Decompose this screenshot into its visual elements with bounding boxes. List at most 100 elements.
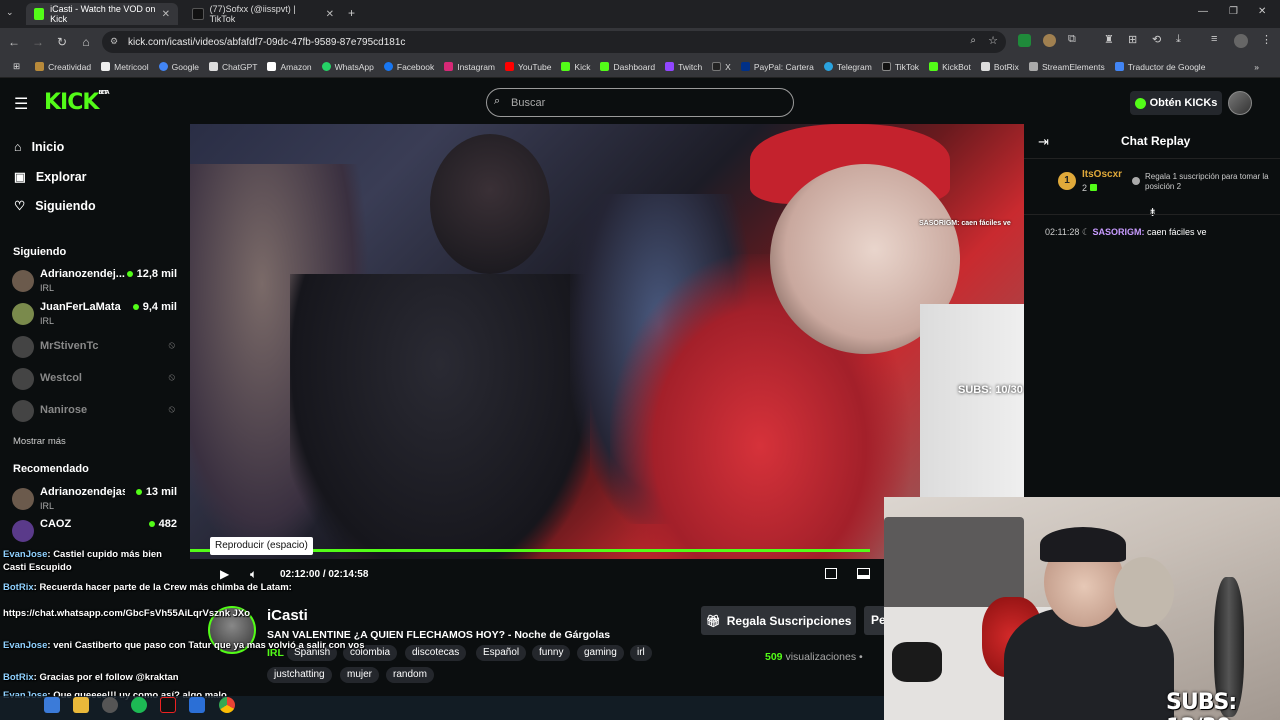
folder-icon[interactable]	[73, 697, 89, 713]
extensions-puzzle-icon[interactable]: ⧉	[1068, 33, 1076, 46]
taskbar-app-icon[interactable]	[189, 697, 205, 713]
collapse-chat-icon[interactable]: ⇥	[1038, 134, 1049, 150]
bookmark-item[interactable]: X	[707, 62, 736, 72]
channel-name[interactable]: iCasti	[267, 607, 308, 624]
hamburger-menu-icon[interactable]: ☰	[14, 94, 28, 114]
channel-item[interactable]: Westcol ⦸	[12, 364, 177, 394]
channel-item[interactable]: JuanFerLaMata IRL 9,4 mil	[12, 299, 177, 329]
tag-chip[interactable]: discotecas	[405, 645, 467, 661]
close-tab-icon[interactable]: ✕	[162, 9, 170, 20]
spotify-icon[interactable]	[131, 697, 147, 713]
site-info-icon[interactable]: ⚙	[110, 36, 118, 47]
tag-chip[interactable]: random	[386, 667, 434, 683]
tag-chip[interactable]: gaming	[577, 645, 624, 661]
tiktok-icon[interactable]	[160, 697, 176, 713]
bookmark-item[interactable]: Dashboard	[595, 62, 660, 72]
bookmark-item[interactable]: Creatividad	[30, 62, 96, 72]
bookmark-item[interactable]: Google	[154, 62, 204, 72]
tag-chip[interactable]: irl	[630, 645, 652, 661]
media-icon[interactable]: ≡	[1211, 33, 1217, 45]
more-bookmarks-icon[interactable]: »	[1249, 62, 1264, 72]
heart-icon: ♡	[14, 199, 26, 213]
expand-down-icon[interactable]: ⇟	[1148, 206, 1157, 219]
kick-logo[interactable]: KICKBETA	[44, 90, 110, 115]
chrome-icon[interactable]	[219, 697, 235, 713]
taskbar-app-icon[interactable]	[44, 697, 60, 713]
tab-tiktok[interactable]: (77)Sofxx (@iisspvt) | TikTok ✕	[184, 3, 342, 25]
extension-icon[interactable]: ♜	[1104, 33, 1114, 46]
tab-kick[interactable]: iCasti - Watch the VOD on Kick ✕	[26, 3, 178, 25]
bookmark-item[interactable]: WhatsApp	[317, 62, 379, 72]
tag-chip[interactable]: funny	[532, 645, 571, 661]
bookmark-item[interactable]: YouTube	[500, 62, 556, 72]
sidebar-item-siguiendo[interactable]: ♡ Siguiendo	[14, 198, 96, 214]
bookmark-item[interactable]: BotRix	[976, 62, 1024, 72]
following-heading: Siguiendo	[13, 246, 67, 258]
minimize-icon[interactable]: —	[1198, 6, 1208, 17]
bookmark-item[interactable]: Instagram	[439, 62, 500, 72]
new-tab-icon[interactable]: +	[348, 6, 355, 20]
sidebar-item-explorar[interactable]: ▣ Explorar	[14, 169, 87, 185]
channel-item[interactable]: Adrianozendej... IRL 12,8 mil	[12, 266, 177, 296]
bookmark-star-icon[interactable]: ☆	[988, 34, 998, 47]
tab-search-icon[interactable]: ⌄	[6, 7, 14, 18]
taskbar-app-icon[interactable]	[102, 697, 118, 713]
bookmark-item[interactable]: PayPal: Cartera	[736, 62, 819, 72]
bookmark-item[interactable]: Amazon	[262, 62, 316, 72]
gift-subs-button[interactable]: 🎁︎ Regala Suscripciones	[701, 606, 856, 635]
home-icon[interactable]: ⌂	[74, 35, 98, 49]
reload-icon[interactable]: ↻	[50, 35, 74, 49]
get-kicks-button[interactable]: Obtén KICKs	[1130, 91, 1222, 115]
download-icon[interactable]: ⤓	[1176, 33, 1181, 46]
theater-mode-icon[interactable]	[857, 568, 870, 579]
translate-icon[interactable]: ⊞	[1128, 33, 1137, 46]
sidebar-item-inicio[interactable]: ⌂ Inicio	[14, 140, 64, 154]
history-icon[interactable]: ⟲	[1152, 33, 1161, 46]
volume-icon[interactable]: 🔈︎	[250, 567, 257, 582]
bookmark-label: ChatGPT	[222, 61, 258, 72]
apps-grid-icon[interactable]: ⊞	[8, 61, 30, 72]
forward-icon[interactable]: →	[26, 35, 50, 49]
tag-chip[interactable]: Español	[476, 645, 527, 661]
tag-chip[interactable]: mujer	[340, 667, 380, 683]
profile-avatar-icon[interactable]	[1234, 34, 1248, 48]
close-tab-icon[interactable]: ✕	[326, 9, 334, 20]
play-icon[interactable]: ▶	[220, 567, 229, 581]
video-player[interactable]: SASORIGM: caen fáciles ve SUBS: 10/30	[190, 124, 1024, 559]
miniplayer-icon[interactable]	[825, 568, 837, 579]
show-more-link[interactable]: Mostrar más	[13, 436, 66, 447]
bookmark-item[interactable]: ChatGPT	[204, 62, 262, 72]
user-avatar[interactable]	[1228, 91, 1252, 115]
bookmark-item[interactable]: Kick	[556, 62, 595, 72]
gift-prompt[interactable]: Regala 1 suscripción para tomar la posic…	[1145, 172, 1271, 192]
secondary-button[interactable]: Pe	[864, 606, 884, 635]
folder-icon	[35, 62, 45, 71]
extension-icon[interactable]	[1043, 34, 1056, 47]
bookmark-item[interactable]: TikTok	[877, 62, 924, 72]
bookmark-item[interactable]: Metricool	[96, 62, 153, 72]
back-icon[interactable]: ←	[2, 35, 26, 49]
maximize-icon[interactable]: ❐	[1229, 6, 1238, 17]
viewer-count: 12,8 mil	[127, 268, 177, 280]
close-window-icon[interactable]: ✕	[1258, 6, 1266, 17]
bookmark-item[interactable]: StreamElements	[1024, 62, 1110, 72]
channel-item[interactable]: MrStivenTc ⦸	[12, 332, 177, 362]
search-input[interactable]: ⌕ Buscar	[486, 88, 794, 117]
channel-item[interactable]: CAOZ 482	[12, 516, 177, 546]
bookmark-label: Google	[171, 61, 200, 72]
zoom-icon[interactable]: ⌕	[970, 35, 976, 46]
message-user[interactable]: SASORIGM	[1092, 227, 1141, 237]
menu-kebab-icon[interactable]: ⋮	[1261, 33, 1272, 46]
channel-item[interactable]: Nanirose ⦸	[12, 396, 177, 426]
bookmark-item[interactable]: Facebook	[379, 62, 439, 72]
channel-item[interactable]: Adrianozendejas... IRL 13 mil	[12, 484, 177, 514]
extension-icon[interactable]	[1018, 34, 1031, 47]
url-field[interactable]: ⚙ kick.com/icasti/videos/abfafdf7-09dc-4…	[102, 31, 1006, 53]
bookmark-item[interactable]: Telegram	[819, 62, 877, 72]
bookmark-item[interactable]: KickBot	[924, 62, 976, 72]
tag-chip[interactable]: justchatting	[267, 667, 332, 683]
top-gifter-name[interactable]: ItsOscxr	[1082, 169, 1122, 180]
bookmark-item[interactable]: Twitch	[660, 62, 707, 72]
channel-name: Adrianozendejas...	[40, 486, 125, 498]
bookmark-item[interactable]: Traductor de Google	[1110, 62, 1211, 72]
